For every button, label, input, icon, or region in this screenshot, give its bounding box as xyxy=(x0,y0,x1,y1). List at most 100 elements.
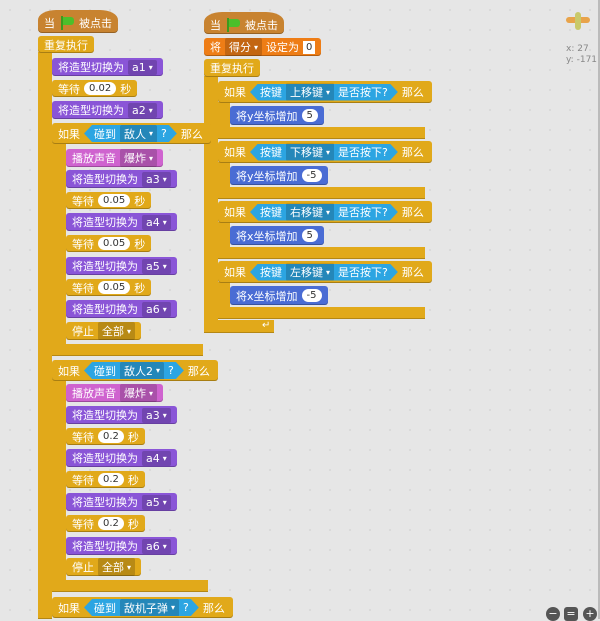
sensing-condition[interactable]: 碰到敌人2? xyxy=(84,362,184,379)
block-label: 将造型切换为 xyxy=(72,303,138,316)
control-block[interactable]: 如果按键左移键是否按下?那么 xyxy=(218,261,432,283)
dropdown-menu[interactable]: a1 xyxy=(128,59,157,75)
number-input[interactable]: 0.2 xyxy=(98,517,124,530)
block-label: 将造型切换为 xyxy=(72,409,138,422)
control-block[interactable]: 重复执行 xyxy=(38,36,94,53)
dropdown-menu[interactable]: 全部 xyxy=(98,322,136,340)
if-bottom xyxy=(218,307,425,319)
dropdown-menu[interactable]: 全部 xyxy=(98,558,136,576)
control-block[interactable]: 等待 0.05 秒 xyxy=(66,235,152,252)
block-label: 秒 xyxy=(127,430,139,444)
number-input[interactable]: 0.2 xyxy=(98,473,124,486)
control-block[interactable]: 如果碰到敌人?那么 xyxy=(52,123,211,144)
control-block[interactable]: 停止 全部 xyxy=(66,322,142,340)
dropdown-menu[interactable]: 敌人2 xyxy=(120,362,164,380)
value-input[interactable]: 0 xyxy=(303,40,316,54)
sound-block[interactable]: 播放声音 爆炸 xyxy=(66,384,164,402)
number-input[interactable]: 0.05 xyxy=(98,194,131,207)
block-label: 秒 xyxy=(120,82,132,96)
dropdown-menu[interactable]: a6 xyxy=(142,301,171,317)
dropdown-menu[interactable]: a4 xyxy=(142,450,171,466)
block-label: 将y坐标增加 xyxy=(236,169,298,183)
control-block[interactable]: 停止 全部 xyxy=(66,558,142,576)
motion-block[interactable]: 将x坐标增加 -5 xyxy=(230,286,328,305)
data-block[interactable]: 将得分设定为0 xyxy=(204,38,322,56)
control-block[interactable]: 等待 0.2 秒 xyxy=(66,471,145,488)
block-label: 如果 xyxy=(58,601,80,615)
control-block[interactable]: 等待 0.2 秒 xyxy=(66,515,145,532)
dropdown-menu[interactable]: 爆炸 xyxy=(120,384,158,402)
x-value: 27 xyxy=(577,44,589,54)
control-block[interactable]: 如果碰到敌人2?那么 xyxy=(52,360,218,381)
sensing-condition[interactable]: 碰到敌机子弹? xyxy=(84,599,199,616)
number-input[interactable]: 0.05 xyxy=(98,281,131,294)
sensing-condition[interactable]: 按键上移键是否按下? xyxy=(250,84,398,101)
dropdown-menu[interactable]: 爆炸 xyxy=(120,149,158,167)
dropdown-menu[interactable]: a2 xyxy=(128,102,157,118)
block-label: 播放声音 xyxy=(72,387,116,400)
block-label: 停止 xyxy=(72,325,94,338)
control-block[interactable]: 如果按键上移键是否按下?那么 xyxy=(218,81,432,103)
events-block[interactable]: 当 被点击 xyxy=(38,10,118,33)
dropdown-menu[interactable]: 上移键 xyxy=(286,83,334,101)
motion-block[interactable]: 将y坐标增加 5 xyxy=(230,106,324,125)
number-input[interactable]: 0.02 xyxy=(84,82,117,95)
control-block[interactable]: 重复执行 xyxy=(204,59,260,77)
number-input[interactable]: 0.05 xyxy=(98,237,131,250)
control-block[interactable]: 等待 0.05 秒 xyxy=(66,192,152,209)
control-block[interactable]: 等待 0.2 秒 xyxy=(66,428,145,445)
motion-block[interactable]: 将x坐标增加 5 xyxy=(230,226,324,245)
sensing-condition[interactable]: 按键左移键是否按下? xyxy=(250,264,398,281)
dropdown-menu[interactable]: a4 xyxy=(142,214,171,230)
looks-block[interactable]: 将造型切换为 a5 xyxy=(66,257,177,275)
sprite-y: y: -171 xyxy=(566,55,597,65)
looks-block[interactable]: 将造型切换为 a6 xyxy=(66,300,177,318)
number-input[interactable]: -5 xyxy=(301,169,322,182)
dropdown-menu[interactable]: a3 xyxy=(142,407,171,423)
block-label: 等待 xyxy=(72,194,94,208)
if-bottom xyxy=(218,247,425,259)
dropdown-menu[interactable]: a5 xyxy=(142,494,171,510)
number-input[interactable]: -5 xyxy=(301,289,322,302)
block-label: 重复执行 xyxy=(44,38,88,52)
looks-block[interactable]: 将造型切换为 a2 xyxy=(52,101,163,119)
number-input[interactable]: 5 xyxy=(301,109,318,122)
sensing-condition[interactable]: 按键下移键是否按下? xyxy=(250,144,398,161)
dropdown-menu[interactable]: 下移键 xyxy=(286,143,334,161)
control-block[interactable]: 如果按键下移键是否按下?那么 xyxy=(218,141,432,163)
block-label: 按键 xyxy=(260,146,282,159)
block-label: 秒 xyxy=(134,237,146,251)
block-label: 碰到 xyxy=(94,127,116,141)
looks-block[interactable]: 将造型切换为 a4 xyxy=(66,213,177,231)
dropdown-menu[interactable]: a5 xyxy=(142,258,171,274)
block-label: 如果 xyxy=(58,364,80,378)
number-input[interactable]: 0.2 xyxy=(98,430,124,443)
if-arm xyxy=(52,142,66,356)
dropdown-menu[interactable]: 得分 xyxy=(225,38,263,56)
control-block[interactable]: 如果碰到敌机子弹?那么 xyxy=(52,597,233,618)
dropdown-menu[interactable]: 敌机子弹 xyxy=(120,599,179,617)
control-block[interactable]: 如果按键右移键是否按下?那么 xyxy=(218,201,432,223)
dropdown-menu[interactable]: a3 xyxy=(142,171,171,187)
dropdown-menu[interactable]: 右移键 xyxy=(286,203,334,221)
motion-block[interactable]: 将y坐标增加 -5 xyxy=(230,166,328,185)
dropdown-menu[interactable]: 左移键 xyxy=(286,263,334,281)
sound-block[interactable]: 播放声音 爆炸 xyxy=(66,149,164,167)
dropdown-menu[interactable]: a6 xyxy=(142,538,171,554)
looks-block[interactable]: 将造型切换为 a3 xyxy=(66,406,177,424)
block-label: 那么 xyxy=(401,266,424,279)
sensing-condition[interactable]: 按键右移键是否按下? xyxy=(250,204,398,221)
events-block[interactable]: 当 被点击 xyxy=(204,12,284,34)
sensing-condition[interactable]: 碰到敌人? xyxy=(84,125,177,142)
dropdown-menu[interactable]: 敌人 xyxy=(120,125,157,143)
looks-block[interactable]: 将造型切换为 a3 xyxy=(66,170,177,188)
control-block[interactable]: 等待 0.02 秒 xyxy=(52,80,138,97)
block-label: ? xyxy=(161,127,167,140)
looks-block[interactable]: 将造型切换为 a5 xyxy=(66,493,177,511)
block-label: 等待 xyxy=(72,430,94,444)
number-input[interactable]: 5 xyxy=(301,229,318,242)
control-block[interactable]: 等待 0.05 秒 xyxy=(66,279,152,296)
looks-block[interactable]: 将造型切换为 a1 xyxy=(52,58,163,76)
looks-block[interactable]: 将造型切换为 a4 xyxy=(66,449,177,467)
looks-block[interactable]: 将造型切换为 a6 xyxy=(66,537,177,555)
